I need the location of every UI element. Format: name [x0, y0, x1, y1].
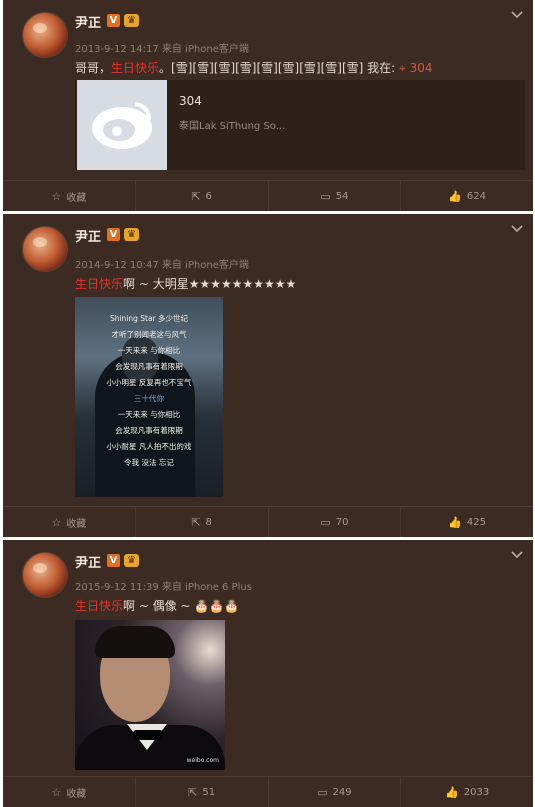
chevron-down-icon[interactable] [511, 8, 523, 19]
repost-icon: ⇱ [188, 785, 198, 799]
comment-icon: ▭ [320, 515, 331, 529]
repost-button[interactable]: ⇱ 8 [134, 507, 268, 537]
crown-badge-icon: ♛ [124, 14, 139, 27]
lyric-line: Shining Star 多少世纪 [109, 314, 189, 323]
text-prefix: 哥哥， [75, 61, 112, 75]
post-text: 生日快乐啊 ~ 大明星★★★★★★★★★★ [75, 275, 296, 292]
post-text: 生日快乐啊 ~ 偶像 ~ 🎂🎂🎂 [75, 597, 239, 614]
weibo-post-2: 尹正 V ♛ 2014-9-12 10:47 来自 iPhone客户端 生日快乐… [3, 214, 533, 537]
star-outline-icon: ☆ [51, 785, 62, 799]
like-count: 425 [466, 516, 487, 528]
repost-button[interactable]: ⇱ 6 [134, 181, 268, 211]
like-count: 2033 [463, 786, 490, 798]
text-suffix: 。[雪][雪][雪][雪][雪][雪][雪][雪][雪] 我在: [159, 61, 399, 75]
post-meta: 2015-9-12 11:39 来自 iPhone 6 Plus [75, 582, 252, 593]
repost-icon: ⇱ [191, 189, 201, 203]
repost-icon: ⇱ [191, 515, 201, 529]
text-suffix: 啊 ~ 大明星★★★★★★★★★★ [123, 277, 297, 291]
repost-button[interactable]: ⇱ 51 [134, 777, 268, 807]
comment-count: 70 [335, 516, 349, 528]
chevron-down-icon[interactable] [511, 222, 523, 233]
comment-button[interactable]: ▭ 249 [267, 777, 401, 807]
weibo-logo-icon [77, 80, 167, 170]
location-label: 304 [409, 61, 433, 75]
comment-count: 54 [335, 190, 349, 202]
repost-count: 8 [205, 516, 212, 528]
cake-emoji-icon: 🎂🎂🎂 [194, 599, 240, 613]
comment-count: 249 [332, 786, 352, 798]
post-meta: 2013-9-12 14:17 来自 iPhone客户端 [75, 44, 249, 55]
birthday-link[interactable]: 生日快乐 [111, 61, 159, 75]
lyric-line: 小小明星 反复再也不宝气 [106, 378, 192, 387]
favorite-button[interactable]: ☆ 收藏 [3, 181, 135, 211]
user-name[interactable]: 尹正 [75, 12, 101, 31]
card-subtitle: 泰国Lak SiThung So... [179, 121, 286, 132]
card-title: 304 [179, 94, 202, 108]
photo-watermark: weibo.com [186, 757, 219, 764]
lyric-line: 会发现凡事有着限期 [115, 362, 183, 371]
like-button[interactable]: 👍 425 [400, 507, 533, 537]
action-bar: ☆ 收藏 ⇱ 8 ▭ 70 👍 425 [3, 506, 533, 537]
post-photo[interactable]: Shining Star 多少世纪 才听了别闻老这与风气 一天来来 与你相比 会… [75, 297, 223, 497]
star-outline-icon: ☆ [51, 189, 62, 203]
birthday-link[interactable]: 生日快乐 [75, 277, 123, 291]
user-name[interactable]: 尹正 [75, 552, 101, 571]
photo-lyrics: Shining Star 多少世纪 才听了别闻老这与风气 一天来来 与你相比 会… [75, 311, 223, 471]
post-meta: 2014-9-12 10:47 来自 iPhone客户端 [75, 260, 249, 271]
lyric-line: 一天来来 与你相比 [117, 410, 181, 419]
like-count: 624 [466, 190, 487, 202]
crown-badge-icon: ♛ [124, 228, 139, 241]
comment-icon: ▭ [320, 189, 331, 203]
lyric-line: 小小耐星 凡人拍不出的戏 [106, 442, 192, 451]
favorite-label: 收藏 [66, 788, 87, 800]
favorite-button[interactable]: ☆ 收藏 [3, 507, 135, 537]
like-button[interactable]: 👍 624 [400, 181, 533, 211]
repost-count: 6 [205, 190, 212, 202]
lyric-line: 令我 没法 忘记 [124, 458, 174, 467]
thumbs-up-icon: 👍 [448, 515, 462, 529]
weibo-post-1: 尹正 V ♛ 2013-9-12 14:17 来自 iPhone客户端 哥哥，生… [3, 0, 533, 211]
comment-icon: ▭ [317, 785, 328, 799]
like-button[interactable]: 👍 2033 [400, 777, 533, 807]
lyric-line: 才听了别闻老这与风气 [111, 330, 187, 339]
lyric-line: 会发现凡事有着限期 [115, 426, 183, 435]
chevron-down-icon[interactable] [511, 548, 523, 559]
text-suffix: 啊 ~ 偶像 ~ [123, 599, 195, 613]
avatar[interactable] [22, 552, 68, 598]
thumbs-up-icon: 👍 [445, 785, 459, 799]
comment-button[interactable]: ▭ 54 [267, 181, 401, 211]
weibo-post-3: 尹正 V ♛ 2015-9-12 11:39 来自 iPhone 6 Plus … [3, 540, 533, 807]
verified-badge-icon: V [107, 14, 120, 27]
star-outline-icon: ☆ [51, 515, 62, 529]
user-name[interactable]: 尹正 [75, 226, 101, 245]
crown-badge-icon: ♛ [124, 554, 139, 567]
verified-badge-icon: V [107, 228, 120, 241]
location-link[interactable]: ⌖ 304 [399, 61, 433, 75]
photo-bowtie [133, 730, 163, 740]
repost-count: 51 [202, 786, 216, 798]
photo-hair [95, 626, 175, 658]
avatar[interactable] [22, 12, 68, 58]
lyric-line: 一天来来 与你相比 [117, 346, 181, 355]
lyric-line: 三十代你 [134, 394, 164, 403]
post-photo[interactable]: weibo.com [75, 620, 225, 770]
post-text: 哥哥，生日快乐。[雪][雪][雪][雪][雪][雪][雪][雪][雪] 我在: … [75, 59, 432, 76]
action-bar: ☆ 收藏 ⇱ 51 ▭ 249 👍 2033 [3, 776, 533, 807]
favorite-button[interactable]: ☆ 收藏 [3, 777, 135, 807]
birthday-link[interactable]: 生日快乐 [75, 599, 123, 613]
location-card[interactable]: 304 泰国Lak SiThung So... [75, 80, 525, 170]
favorite-label: 收藏 [66, 518, 87, 530]
location-pin-icon: ⌖ [398, 61, 406, 75]
thumbs-up-icon: 👍 [448, 189, 462, 203]
verified-badge-icon: V [107, 554, 120, 567]
comment-button[interactable]: ▭ 70 [267, 507, 401, 537]
action-bar: ☆ 收藏 ⇱ 6 ▭ 54 👍 624 [3, 180, 533, 211]
favorite-label: 收藏 [66, 192, 87, 204]
avatar[interactable] [22, 226, 68, 272]
